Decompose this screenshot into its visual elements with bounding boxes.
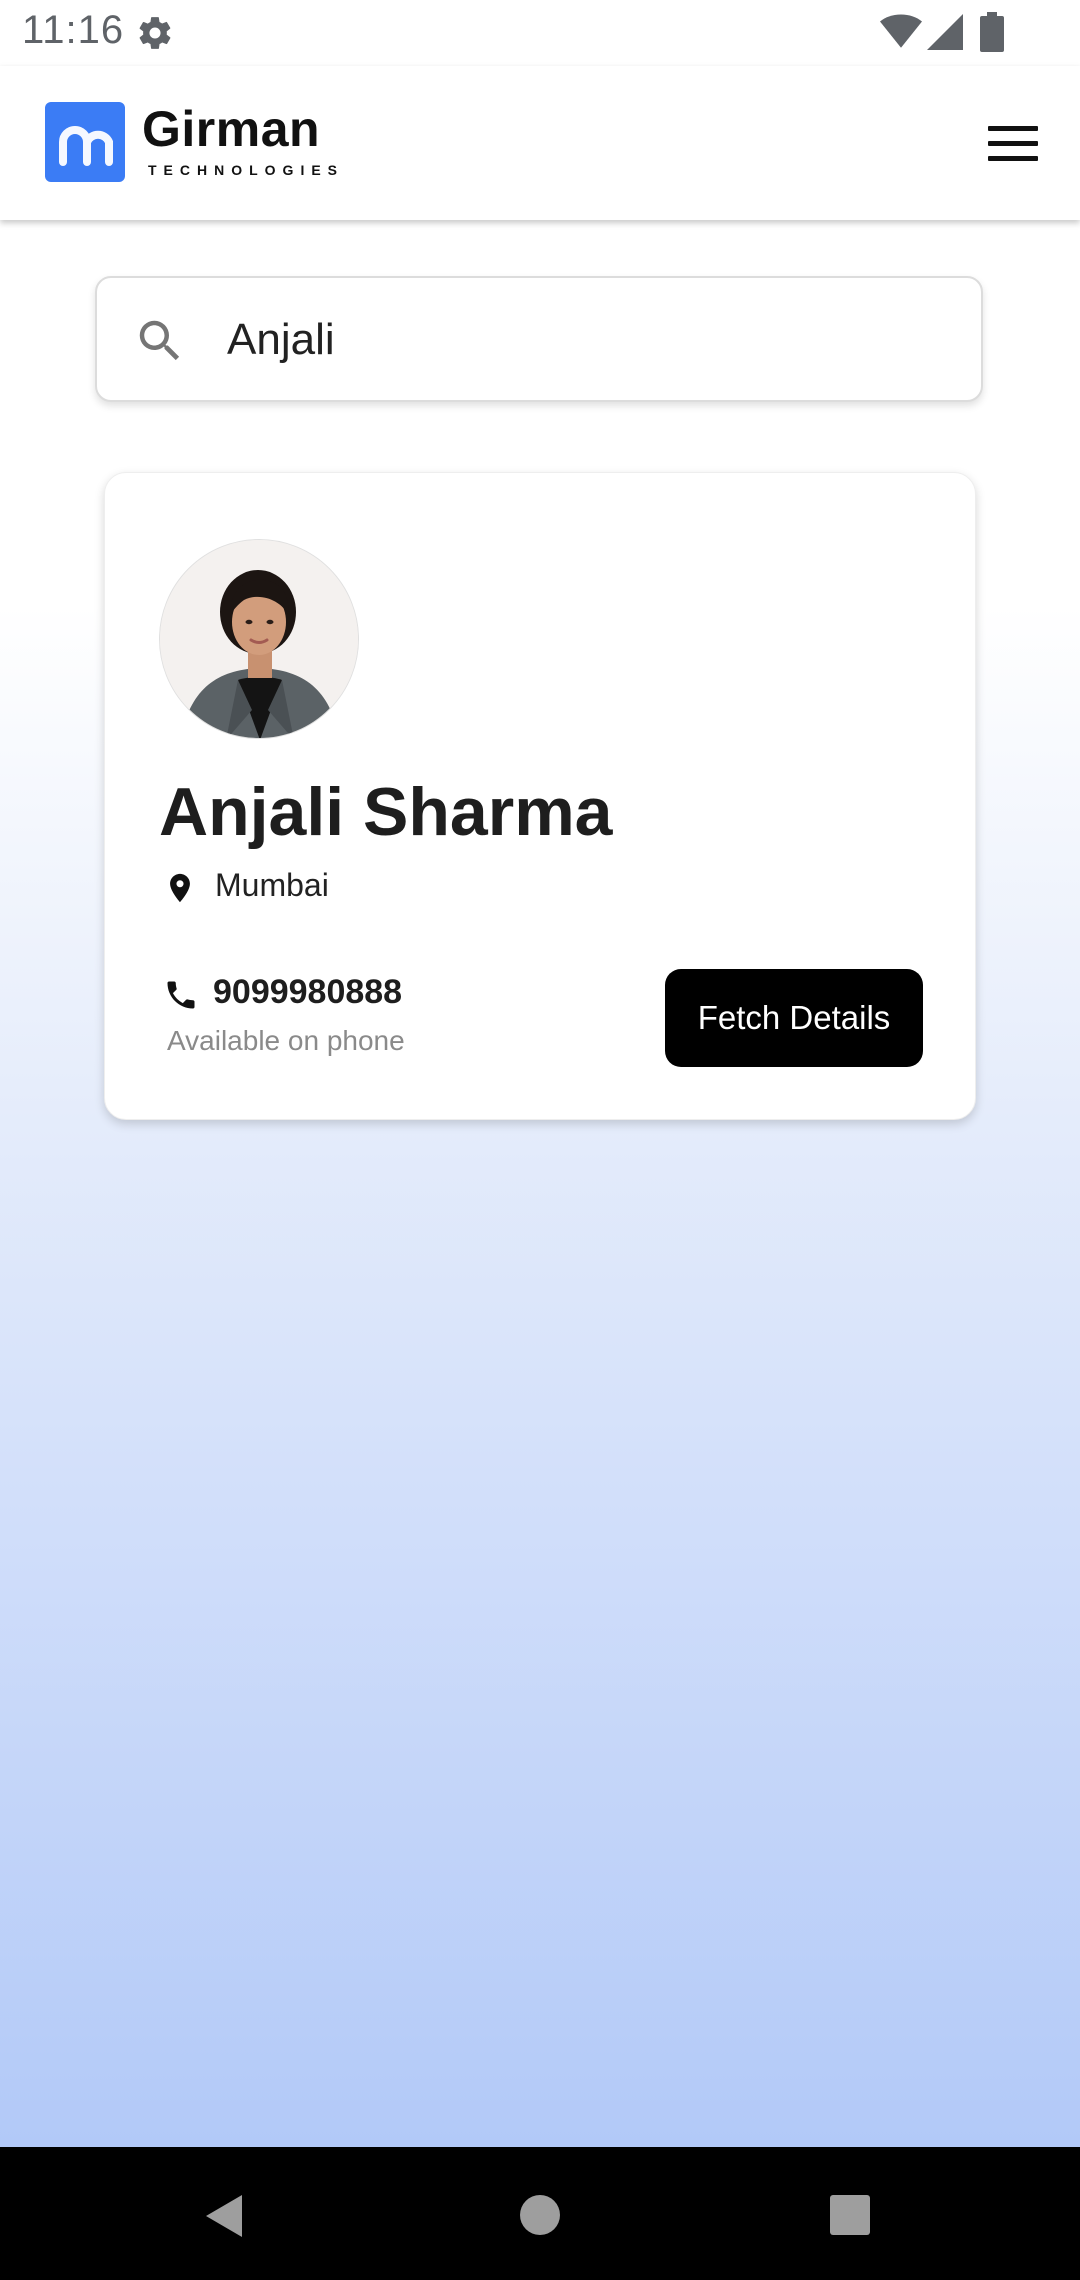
wifi-icon	[880, 14, 922, 48]
search-icon	[139, 320, 180, 361]
battery-icon	[980, 12, 1004, 52]
recents-icon[interactable]	[830, 2195, 870, 2235]
brand-name: Girman	[142, 101, 321, 157]
person-name: Anjali Sharma	[159, 774, 613, 850]
home-icon[interactable]	[520, 2195, 560, 2235]
phone-availability: Available on phone	[167, 1025, 405, 1056]
fetch-details-button[interactable]: Fetch Details	[665, 969, 923, 1067]
phone-number: 9099980888	[213, 973, 403, 1011]
brand-logo-icon	[45, 102, 125, 182]
location-text: Mumbai	[215, 867, 329, 903]
search-input[interactable]	[225, 306, 949, 374]
avatar	[159, 539, 359, 739]
hamburger-menu-icon[interactable]	[984, 122, 1042, 166]
back-icon[interactable]	[202, 2191, 248, 2241]
brand-tagline: TECHNOLOGIES	[148, 162, 345, 178]
status-bar: 11:16	[0, 0, 1080, 66]
main-content: Anjali Sharma Mumbai 9099980888 Availabl…	[0, 220, 1080, 2147]
phone-icon	[167, 981, 195, 1009]
profile-card: Anjali Sharma Mumbai 9099980888 Availabl…	[104, 472, 976, 1120]
system-navigation-bar	[0, 2147, 1080, 2280]
location-pin-icon	[170, 873, 190, 903]
signal-icon	[927, 14, 963, 50]
search-bar[interactable]	[95, 276, 983, 402]
app-bar: Girman TECHNOLOGIES	[0, 66, 1080, 220]
gear-icon	[139, 17, 171, 49]
status-time: 11:16	[22, 8, 125, 52]
